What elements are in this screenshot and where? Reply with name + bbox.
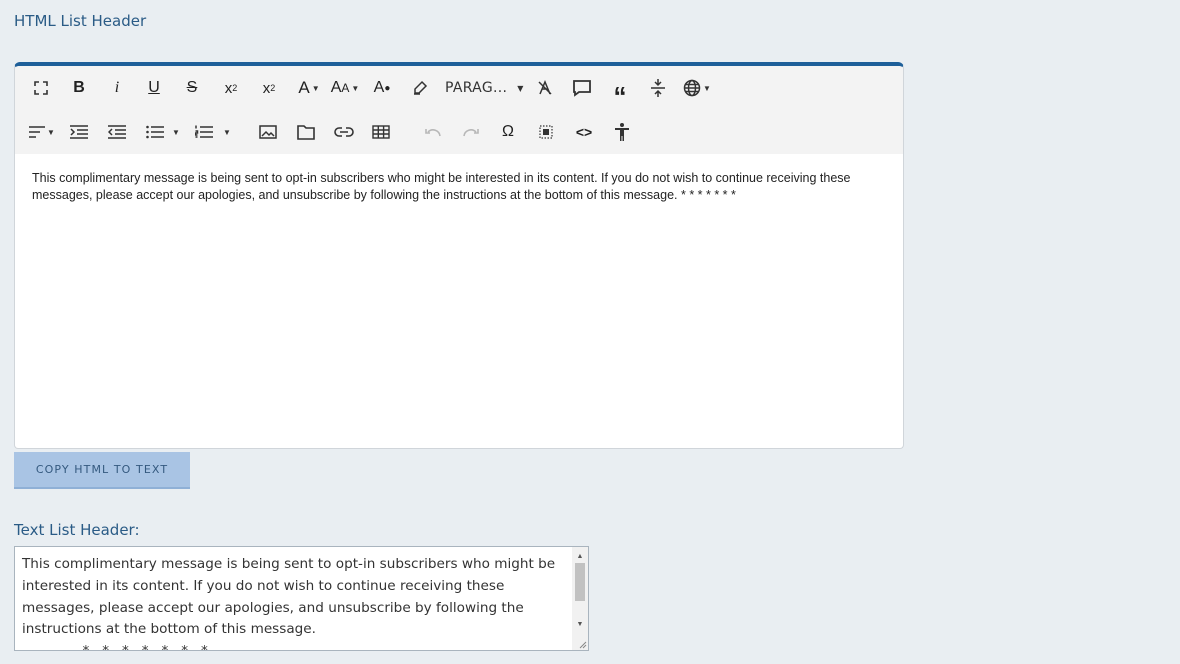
- scroll-thumb[interactable]: [575, 563, 585, 601]
- bullet-list-icon[interactable]: ▼: [144, 118, 182, 146]
- strikethrough-icon[interactable]: S: [181, 74, 203, 102]
- bold-icon[interactable]: B: [68, 74, 90, 102]
- text-list-header-textarea[interactable]: This complimentary message is being sent…: [14, 546, 589, 651]
- insert-hr-icon[interactable]: [647, 74, 669, 102]
- highlighter-icon[interactable]: [409, 74, 431, 102]
- font-size-icon[interactable]: A A ▼: [329, 74, 361, 102]
- comment-icon[interactable]: [570, 74, 594, 102]
- select-all-icon[interactable]: [535, 118, 557, 146]
- globe-icon[interactable]: ▼: [681, 74, 713, 102]
- numbered-list-icon[interactable]: ▼: [193, 118, 233, 146]
- link-icon[interactable]: [332, 118, 356, 146]
- textarea-scrollbar[interactable]: ▲ ▼: [572, 547, 588, 650]
- clear-formatting-icon[interactable]: [534, 74, 556, 102]
- editor-toolbar: B i U S x2 x2 A▼ AA▼ A● PARAG...▼ “: [15, 66, 903, 154]
- underline-icon[interactable]: U: [143, 74, 165, 102]
- resize-handle-icon[interactable]: [577, 639, 587, 649]
- table-icon[interactable]: [370, 118, 392, 146]
- paragraph-format-label: PARAG...: [445, 80, 508, 96]
- paragraph-format-dropdown[interactable]: PARAG... ▼: [445, 74, 525, 102]
- folder-icon[interactable]: [295, 118, 317, 146]
- align-icon[interactable]: ▼: [27, 118, 57, 146]
- superscript-icon[interactable]: x2: [257, 74, 281, 102]
- font-color-icon[interactable]: A ▼: [295, 74, 323, 102]
- scroll-down-icon[interactable]: ▼: [572, 617, 588, 631]
- html-list-header-label: HTML List Header: [14, 12, 147, 30]
- textarea-content[interactable]: This complimentary message is being sent…: [22, 554, 567, 650]
- background-color-icon[interactable]: A ●: [371, 74, 393, 102]
- undo-icon[interactable]: [422, 118, 444, 146]
- outdent-icon[interactable]: [106, 118, 128, 146]
- rich-text-editor[interactable]: B i U S x2 x2 A▼ AA▼ A● PARAG...▼ “: [14, 62, 904, 449]
- accessibility-icon[interactable]: [611, 118, 633, 146]
- italic-icon[interactable]: i: [106, 74, 128, 102]
- subscript-icon[interactable]: x2: [219, 74, 243, 102]
- editor-content[interactable]: This complimentary message is being sent…: [32, 170, 863, 204]
- code-view-icon[interactable]: <>: [572, 118, 596, 146]
- omega-icon[interactable]: Ω: [497, 118, 519, 146]
- text-list-header-label: Text List Header:: [14, 521, 140, 539]
- quote-icon[interactable]: “: [609, 74, 631, 111]
- redo-icon[interactable]: [460, 118, 482, 146]
- indent-icon[interactable]: [68, 118, 90, 146]
- scroll-up-icon[interactable]: ▲: [572, 549, 588, 563]
- fullscreen-icon[interactable]: [30, 74, 52, 102]
- image-icon[interactable]: [257, 118, 279, 146]
- copy-html-to-text-button[interactable]: COPY HTML TO TEXT: [14, 452, 190, 489]
